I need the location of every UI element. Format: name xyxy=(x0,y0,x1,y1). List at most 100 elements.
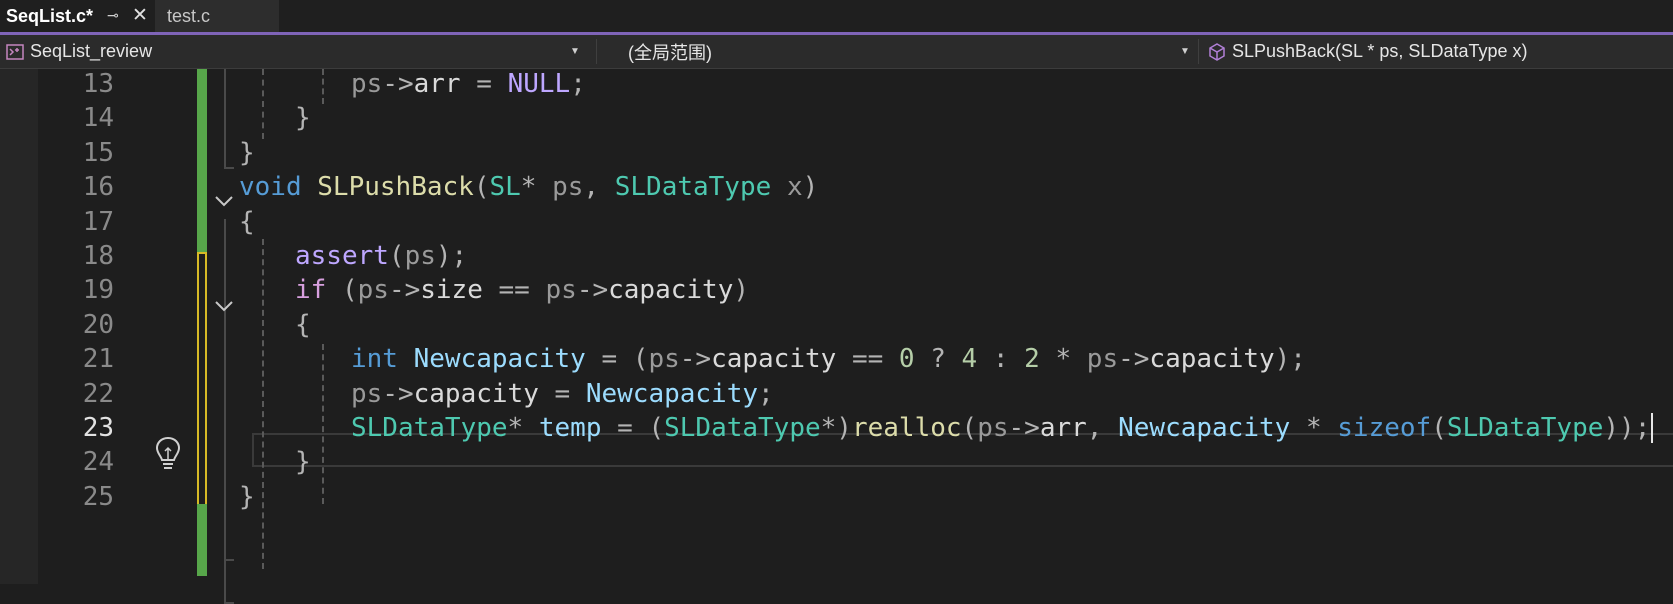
code-token: { xyxy=(239,206,255,237)
indent-guide xyxy=(322,344,324,504)
code-line[interactable]: { xyxy=(295,307,311,343)
code-token: ? xyxy=(914,344,962,375)
lightbulb-icon[interactable] xyxy=(153,435,183,471)
code-token: } xyxy=(295,103,311,134)
code-token: ) xyxy=(802,172,819,203)
nav-divider xyxy=(596,39,597,64)
function-cube-icon xyxy=(1208,42,1226,61)
line-number: 24 xyxy=(82,447,114,478)
code-token: ); xyxy=(435,241,468,271)
code-token: capacity xyxy=(608,275,734,306)
code-token: Newcapacity xyxy=(413,344,586,375)
code-line[interactable]: int Newcapacity = (ps->capacity == 0 ? 4… xyxy=(351,341,1306,377)
line-number: 17 xyxy=(82,206,114,237)
code-token: -> xyxy=(382,69,414,99)
code-token: { xyxy=(295,309,311,340)
code-token: size xyxy=(420,275,483,306)
line-number: 22 xyxy=(82,378,114,409)
nav-divider xyxy=(1198,39,1199,64)
close-icon[interactable]: ✕ xyxy=(132,4,148,27)
code-token: 2 xyxy=(1024,344,1040,375)
code-line[interactable]: } xyxy=(295,100,311,136)
code-token: , xyxy=(1086,413,1119,443)
code-line[interactable]: assert(ps); xyxy=(295,238,467,274)
code-line[interactable]: } xyxy=(239,479,255,515)
change-bar-saved xyxy=(197,504,207,576)
code-token: -> xyxy=(576,275,609,306)
code-token: ps xyxy=(351,378,383,409)
line-number: 15 xyxy=(82,137,114,168)
code-token: 0 xyxy=(898,344,915,375)
code-token: ps xyxy=(404,241,436,271)
code-token: SLDataType xyxy=(664,413,821,443)
code-token: ); xyxy=(1274,344,1306,375)
code-token: x xyxy=(786,172,803,203)
project-icon xyxy=(6,43,24,60)
member-dropdown[interactable]: SLPushBack(SL * ps, SLDataType x) xyxy=(1200,35,1673,68)
code-token: = ( xyxy=(585,344,649,375)
code-token: 4 xyxy=(961,344,978,375)
dropdown-arrow-icon: ▼ xyxy=(1180,46,1190,57)
line-number: 16 xyxy=(82,172,114,203)
line-number: 19 xyxy=(82,275,114,306)
change-bar-unsaved xyxy=(197,252,207,508)
code-line[interactable]: } xyxy=(239,135,255,171)
code-token: arr xyxy=(1039,413,1087,443)
code-token: assert xyxy=(295,241,389,271)
code-token: } xyxy=(239,481,255,512)
collapse-chevron-icon[interactable] xyxy=(212,288,236,324)
code-token: * xyxy=(520,172,553,203)
project-label: SeqList_review xyxy=(30,41,153,61)
code-token: -> xyxy=(1118,344,1150,375)
pin-icon[interactable]: ⊸ xyxy=(107,7,119,24)
code-token: arr xyxy=(413,69,461,99)
code-token: * xyxy=(507,413,539,443)
outline-guide xyxy=(224,69,226,169)
text-caret xyxy=(1651,413,1654,443)
outline-guide xyxy=(224,293,226,561)
tab-test-c[interactable]: test.c xyxy=(155,0,279,32)
change-bar-saved xyxy=(197,69,207,252)
tab-seqlist-c[interactable]: SeqList.c* ⊸ ✕ xyxy=(0,0,152,32)
code-token: } xyxy=(239,137,255,168)
scope-dropdown[interactable]: (全局范围) ▼ xyxy=(598,35,1198,68)
code-token: -> xyxy=(382,378,414,409)
code-token: = xyxy=(538,378,586,409)
tab-label: SeqList.c* xyxy=(6,5,94,26)
code-line[interactable]: ps->arr = NULL; xyxy=(351,66,586,102)
code-token: ps xyxy=(552,172,584,203)
collapse-chevron-icon[interactable] xyxy=(212,183,236,219)
code-line[interactable]: if (ps->size == ps->capacity) xyxy=(295,272,749,308)
code-token: ( xyxy=(388,241,405,271)
code-token: ps xyxy=(1086,344,1119,375)
code-token: SL xyxy=(489,172,521,203)
tab-label: test.c xyxy=(167,5,211,26)
code-line[interactable]: { xyxy=(239,204,255,240)
code-token: sizeof xyxy=(1337,413,1432,443)
code-token: -> xyxy=(679,344,712,375)
code-token: NULL xyxy=(507,69,571,99)
code-editor[interactable]: 13 14 15 16 17 18 19 20 21 22 23 24 25 ps->arr = NUL… xyxy=(0,66,1673,604)
line-number: 13 xyxy=(82,69,114,99)
line-number: 21 xyxy=(82,344,114,375)
project-dropdown[interactable]: SeqList_review ▼ xyxy=(0,35,596,68)
code-token: SLDataType xyxy=(614,172,772,203)
scope-label: (全局范围) xyxy=(628,42,712,63)
code-line[interactable]: ps->capacity = Newcapacity; xyxy=(351,376,774,412)
code-line[interactable]: } xyxy=(295,444,311,480)
code-token: SLDataType xyxy=(351,413,508,443)
code-token: int xyxy=(351,344,398,375)
code-token: * xyxy=(1039,344,1087,375)
code-token: ps xyxy=(351,69,383,99)
navigation-bar: SeqList_review ▼ (全局范围) ▼ SLPushBack(SL … xyxy=(0,35,1673,69)
code-token: ps xyxy=(648,344,680,375)
line-number: 14 xyxy=(82,103,114,134)
dropdown-arrow-icon: ▼ xyxy=(570,46,580,57)
code-line[interactable]: SLDataType* temp = (SLDataType*)realloc(… xyxy=(351,410,1650,446)
code-token: capacity xyxy=(1149,344,1275,375)
code-token: SLPushBack xyxy=(317,172,474,203)
line-number: 25 xyxy=(82,481,114,512)
code-token: : xyxy=(977,344,1025,375)
code-line[interactable]: void SLPushBack(SL* ps, SLDataType x) xyxy=(239,169,818,205)
